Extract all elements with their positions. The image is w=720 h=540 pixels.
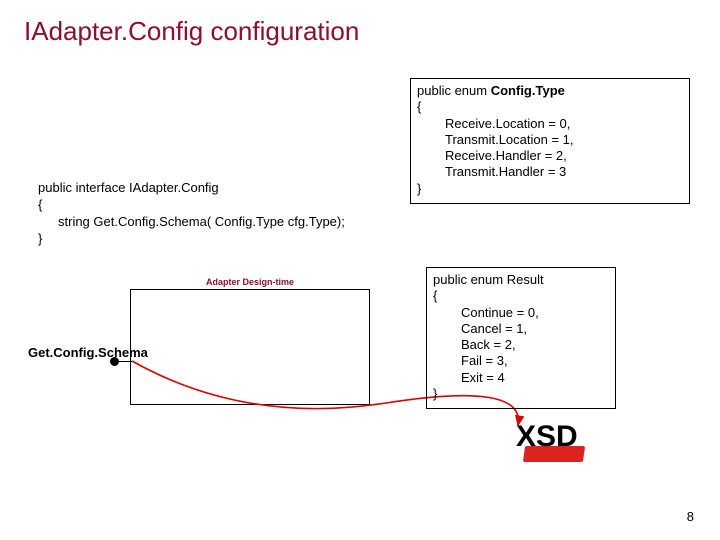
enum-member: Exit = 4 (433, 370, 609, 386)
enum-decl-name: Config.Type (491, 83, 565, 98)
brace-close: } (417, 181, 683, 197)
interface-code: public interface IAdapter.Config { strin… (38, 180, 345, 248)
brace-open: { (433, 288, 609, 304)
enum-member: Transmit.Location = 1, (417, 132, 683, 148)
enum-decl: public enum Config.Type (417, 83, 683, 99)
enum-result-box: public enum Result { Continue = 0, Cance… (426, 267, 616, 409)
enum-configtype-box: public enum Config.Type { Receive.Locati… (410, 78, 690, 204)
enum-decl-prefix: public enum (417, 83, 491, 98)
enum-decl: public enum Result (433, 272, 609, 288)
xsd-label: XSD (516, 420, 578, 454)
enum-decl-prefix: public enum (433, 272, 507, 287)
enum-member: Fail = 3, (433, 353, 609, 369)
xsd-badge: XSD (516, 420, 578, 454)
interface-decl: public interface IAdapter.Config (38, 180, 345, 197)
brace-open: { (417, 99, 683, 115)
page-title: IAdapter.Config configuration (24, 16, 359, 47)
enum-decl-name: Result (507, 272, 544, 287)
enum-member: Receive.Location = 0, (417, 116, 683, 132)
enum-member: Transmit.Handler = 3 (417, 164, 683, 180)
enum-member: Back = 2, (433, 337, 609, 353)
enum-member: Cancel = 1, (433, 321, 609, 337)
brace-close: } (433, 386, 609, 402)
slide: IAdapter.Config configuration public enu… (0, 0, 720, 540)
interface-method: string Get.Config.Schema( Config.Type cf… (38, 214, 345, 231)
brace-open: { (38, 197, 345, 214)
enum-member: Receive.Handler = 2, (417, 148, 683, 164)
page-number: 8 (687, 509, 694, 524)
diagram-label: Adapter Design-time (130, 277, 370, 287)
brace-close: } (38, 231, 345, 248)
enum-member: Continue = 0, (433, 305, 609, 321)
